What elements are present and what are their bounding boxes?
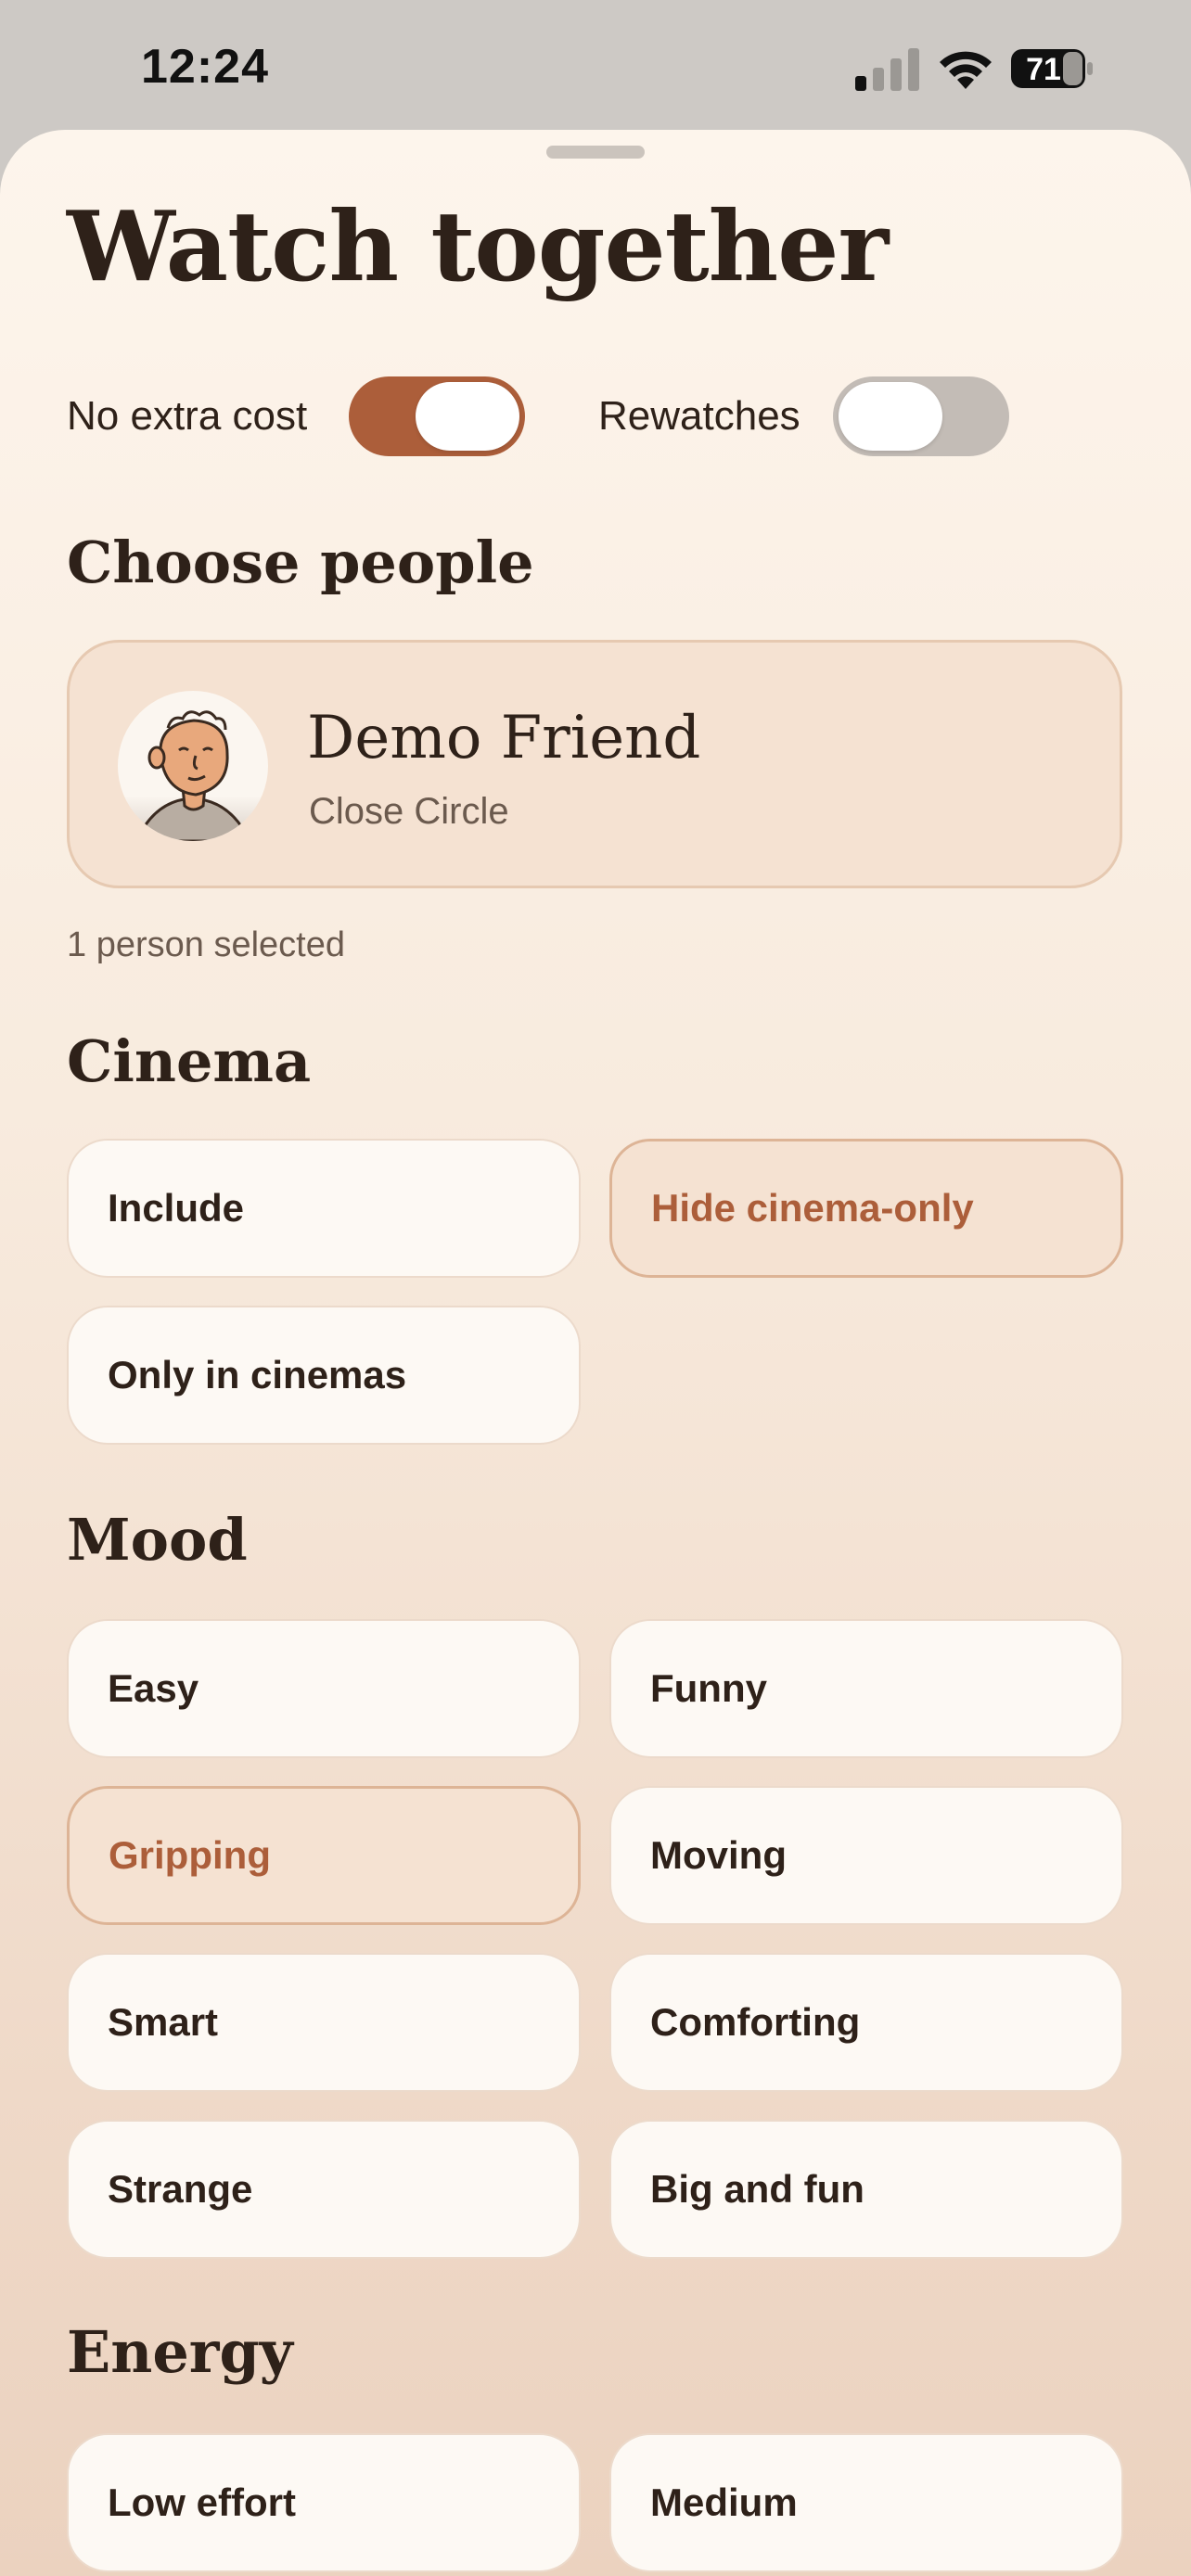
no-extra-cost-label: No extra cost [67,393,308,439]
avatar [118,691,268,841]
page-title: Watch together [67,189,889,303]
person-card-demo-friend[interactable]: Demo Friend Close Circle [67,640,1122,888]
status-bar: 12:24 71 [0,0,1191,132]
wifi-icon [940,51,992,89]
battery-icon: 71 [1011,49,1093,88]
mood-option-funny[interactable]: Funny [609,1619,1123,1758]
mood-option-strange[interactable]: Strange [67,2120,581,2259]
watch-together-sheet: Watch together No extra cost Rewatches C… [0,130,1191,2576]
person-group: Close Circle [309,791,509,832]
person-name: Demo Friend [307,704,701,772]
energy-option-low-effort[interactable]: Low effort [67,2433,581,2572]
mood-heading: Mood [67,1506,248,1574]
mood-option-comforting[interactable]: Comforting [609,1953,1123,2092]
choose-people-heading: Choose people [67,529,534,596]
energy-option-medium[interactable]: Medium [609,2433,1123,2572]
person-illustration-icon [134,710,251,841]
mood-option-gripping[interactable]: Gripping [67,1786,581,1925]
selected-count: 1 person selected [67,925,345,964]
mood-option-smart[interactable]: Smart [67,1953,581,2092]
energy-heading: Energy [67,2318,293,2386]
cinema-option-include[interactable]: Include [67,1139,581,1278]
cinema-option-only-in-cinemas[interactable]: Only in cinemas [67,1306,581,1445]
rewatches-label: Rewatches [598,393,800,439]
sheet-grabber[interactable] [546,146,645,159]
cellular-signal-icon [855,48,919,91]
rewatches-toggle[interactable] [833,376,1009,456]
cinema-heading: Cinema [67,1027,312,1095]
no-extra-cost-toggle[interactable] [349,376,525,456]
status-time: 12:24 [141,40,269,94]
mood-option-moving[interactable]: Moving [609,1786,1123,1925]
cinema-option-hide-cinema-only[interactable]: Hide cinema-only [609,1139,1123,1278]
toggle-knob [416,382,519,451]
toggle-knob [839,382,942,451]
battery-level: 71 [1026,52,1061,87]
mood-option-big-and-fun[interactable]: Big and fun [609,2120,1123,2259]
mood-option-easy[interactable]: Easy [67,1619,581,1758]
